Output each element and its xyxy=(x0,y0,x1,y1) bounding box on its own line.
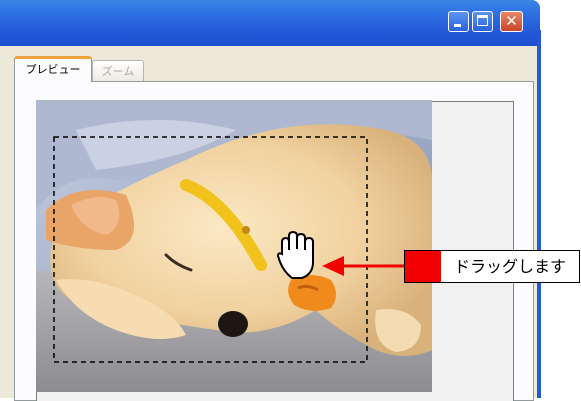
maximize-button[interactable] xyxy=(472,11,493,32)
window-frame-right xyxy=(537,30,541,398)
callout-marker xyxy=(405,251,441,282)
close-icon: ✕ xyxy=(505,12,518,30)
preview-image[interactable] xyxy=(36,100,432,392)
callout-text: ドラッグします xyxy=(453,257,566,276)
puppy-photo-illustration xyxy=(36,100,432,392)
tab-zoom[interactable]: ズーム xyxy=(92,60,144,82)
minimize-button[interactable] xyxy=(448,11,469,32)
drag-instruction-callout: ドラッグします xyxy=(404,250,580,283)
window-titlebar[interactable]: ✕ xyxy=(0,0,540,46)
tab-preview[interactable]: プレビュー xyxy=(14,56,92,82)
close-button[interactable]: ✕ xyxy=(500,11,523,32)
